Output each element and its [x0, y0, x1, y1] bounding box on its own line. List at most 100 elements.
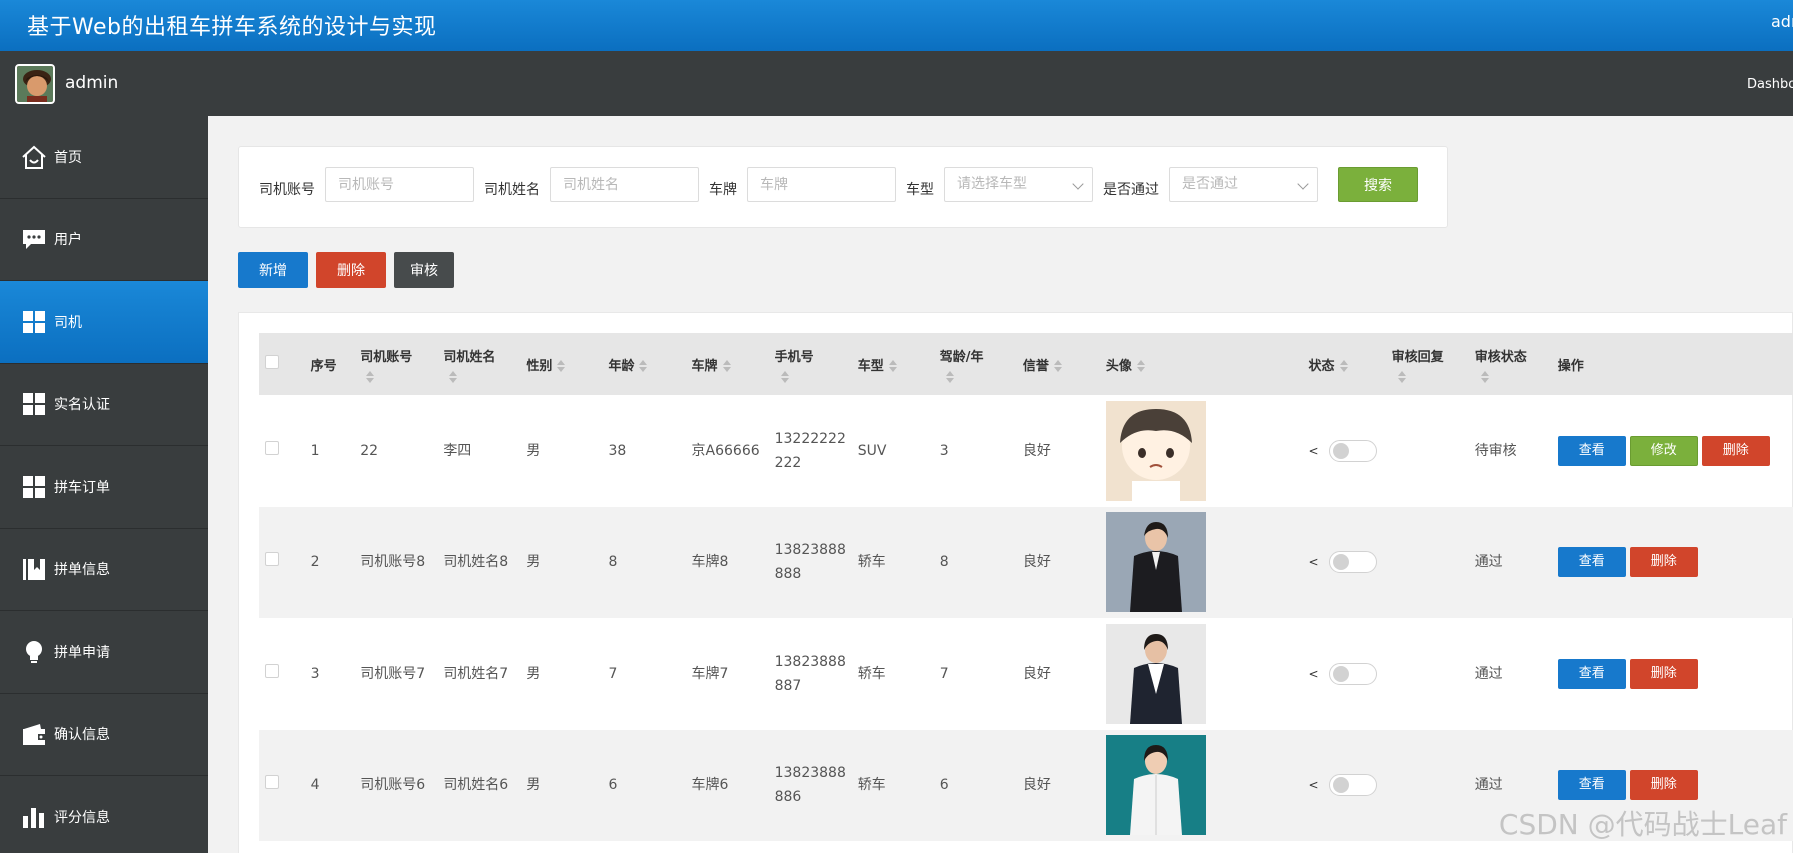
select-all-checkbox[interactable] — [265, 355, 279, 369]
header-audit[interactable]: 审核状态 — [1469, 333, 1552, 395]
header-gender[interactable]: 性别 — [520, 333, 602, 395]
view-button[interactable]: 查看 — [1557, 658, 1626, 689]
sidebar-item-carpool-apply[interactable]: 拼单申请 — [0, 611, 208, 694]
sidebar-item-ratings[interactable]: 评分信息 — [0, 776, 208, 853]
cell-plate: 车牌8 — [691, 554, 729, 571]
delete-button[interactable]: 删除 — [316, 252, 386, 288]
cell-reply — [1386, 395, 1469, 507]
sort-icon[interactable] — [1053, 360, 1062, 372]
cell-name: 司机姓名6 — [443, 777, 509, 794]
header-photo[interactable]: 头像 — [1100, 333, 1303, 395]
header-credit[interactable]: 信誉 — [1017, 333, 1100, 395]
select-all-cell — [259, 333, 305, 395]
row-checkbox[interactable] — [265, 440, 279, 455]
name-input[interactable] — [550, 167, 699, 202]
header-name[interactable]: 司机姓名 — [437, 333, 520, 395]
add-button[interactable]: 新增 — [238, 252, 308, 288]
row-delete-button[interactable]: 删除 — [1629, 658, 1698, 689]
sidebar-item-verification[interactable]: 实名认证 — [0, 364, 208, 446]
cell-type: SUV — [857, 442, 887, 459]
header-age[interactable]: 年龄 — [602, 333, 685, 395]
cell-phone: 13823888886 — [774, 765, 846, 806]
search-button[interactable]: 搜索 — [1338, 167, 1418, 202]
share-icon: < — [1308, 666, 1319, 681]
cell-name: 司机姓名8 — [443, 554, 509, 571]
drivers-table: 序号 司机账号 司机姓名 性别 年龄 车牌 手机号 车型 驾龄/年 信誉 头像 … — [259, 333, 1793, 841]
bar-chart-icon — [20, 803, 48, 831]
approved-select[interactable]: 是否通过 — [1169, 167, 1318, 202]
sidebar-item-home[interactable]: 首页 — [0, 116, 208, 199]
sidebar-item-label: 评分信息 — [54, 809, 110, 826]
row-checkbox[interactable] — [265, 775, 279, 790]
cell-audit: 通过 — [1474, 665, 1503, 682]
share-icon: < — [1308, 555, 1319, 570]
cell-ops: 查看 修改 删除 — [1552, 395, 1793, 507]
grid-icon — [20, 390, 48, 418]
cell-years: 8 — [939, 554, 949, 571]
sidebar-item-label: 实名认证 — [54, 397, 110, 414]
cell-reply — [1386, 618, 1469, 730]
row-checkbox[interactable] — [265, 663, 279, 678]
header-plate[interactable]: 车牌 — [686, 333, 769, 395]
cell-status: < — [1303, 618, 1386, 730]
cell-phone: 13222222222 — [774, 430, 846, 471]
header-status[interactable]: 状态 — [1303, 333, 1386, 395]
sort-icon[interactable] — [1339, 360, 1348, 372]
header-years[interactable]: 驾龄/年 — [934, 333, 1017, 395]
edit-button[interactable]: 修改 — [1629, 435, 1698, 466]
cell-photo — [1100, 730, 1303, 842]
row-checkbox[interactable] — [265, 552, 279, 567]
row-delete-button[interactable]: 删除 — [1701, 435, 1770, 466]
plate-input[interactable] — [747, 167, 896, 202]
cell-gender: 男 — [526, 665, 541, 682]
sidebar-item-confirm[interactable]: 确认信息 — [0, 694, 208, 776]
dashboard-link[interactable]: Dashboard — [1747, 77, 1793, 92]
sort-icon[interactable] — [780, 370, 789, 383]
driver-photo[interactable] — [1105, 400, 1206, 501]
header-phone[interactable]: 手机号 — [769, 333, 852, 395]
sort-icon[interactable] — [366, 370, 375, 383]
audit-button[interactable]: 审核 — [394, 252, 454, 288]
sidebar-item-label: 拼车订单 — [54, 479, 110, 496]
sidebar-item-drivers[interactable]: 司机 — [0, 281, 208, 364]
cell-phone: 13823888888 — [774, 542, 846, 583]
status-toggle[interactable]: < — [1309, 439, 1377, 463]
view-button[interactable]: 查看 — [1557, 770, 1626, 801]
cell-gender: 男 — [526, 442, 541, 459]
sort-icon[interactable] — [557, 360, 566, 372]
view-button[interactable]: 查看 — [1557, 435, 1626, 466]
cell-gender: 男 — [526, 554, 541, 571]
user-link[interactable]: admin — [1771, 12, 1793, 31]
account-input[interactable] — [325, 167, 474, 202]
row-delete-button[interactable]: 删除 — [1629, 547, 1698, 578]
sort-icon[interactable] — [722, 360, 731, 372]
sort-icon[interactable] — [888, 360, 897, 372]
driver-photo[interactable] — [1105, 623, 1206, 724]
watermark: CSDN @代码战士Leaf — [1498, 808, 1787, 841]
sort-icon[interactable] — [1136, 360, 1145, 372]
cell-account: 司机账号8 — [360, 554, 426, 571]
sort-icon[interactable] — [1397, 370, 1406, 383]
row-delete-button[interactable]: 删除 — [1629, 770, 1698, 801]
sort-icon[interactable] — [945, 370, 954, 383]
view-button[interactable]: 查看 — [1557, 547, 1626, 578]
sidebar-item-carpool-info[interactable]: 拼单信息 — [0, 529, 208, 611]
driver-photo[interactable] — [1105, 735, 1206, 836]
sidebar-item-users[interactable]: 用户 — [0, 199, 208, 281]
status-toggle[interactable]: < — [1309, 773, 1377, 797]
sort-icon[interactable] — [449, 370, 458, 383]
status-toggle[interactable]: < — [1309, 550, 1377, 574]
sidebar-item-orders[interactable]: 拼车订单 — [0, 446, 208, 529]
header-account[interactable]: 司机账号 — [354, 333, 437, 395]
sort-icon[interactable] — [639, 360, 648, 372]
car-type-select[interactable]: 请选择车型 — [944, 167, 1093, 202]
avatar[interactable] — [15, 64, 55, 104]
header-type[interactable]: 车型 — [852, 333, 934, 395]
status-toggle[interactable]: < — [1309, 662, 1377, 686]
driver-photo[interactable] — [1105, 512, 1206, 613]
search-label-account: 司机账号 — [259, 182, 315, 198]
sort-icon[interactable] — [1480, 370, 1489, 383]
header-reply[interactable]: 审核回复 — [1386, 333, 1469, 395]
cell-years: 3 — [939, 442, 949, 459]
approved-placeholder: 是否通过 — [1182, 176, 1238, 192]
